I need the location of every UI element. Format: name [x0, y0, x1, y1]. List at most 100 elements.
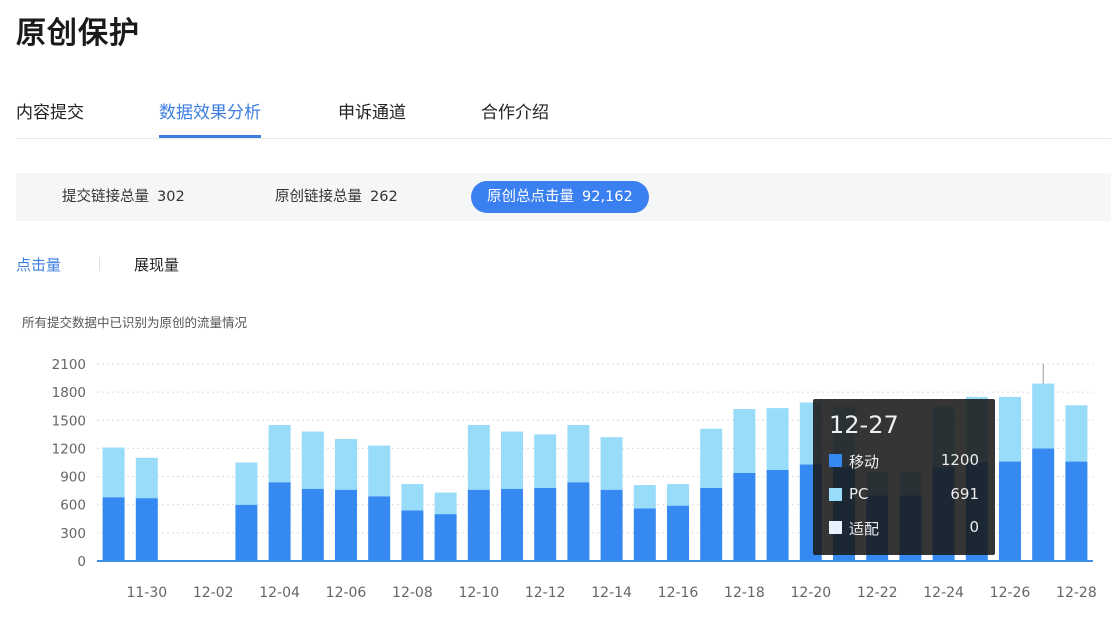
x-tick-label: 12-02: [193, 585, 234, 601]
bar-mobile[interactable]: [766, 470, 789, 561]
tooltip-series-name: 适配: [849, 520, 880, 538]
tooltip-series-value: 691: [950, 485, 979, 503]
pc-swatch-icon: [829, 488, 842, 501]
bar-pc[interactable]: [667, 484, 689, 506]
bar-mobile[interactable]: [102, 497, 125, 561]
y-tick-label: 900: [60, 470, 86, 486]
x-tick-label: 12-06: [326, 585, 367, 601]
stat-value: 302: [157, 189, 185, 205]
bar-pc[interactable]: [268, 424, 291, 483]
x-tick-label: 12-14: [591, 585, 632, 601]
stat-label: 原创链接总量: [275, 189, 362, 205]
bar-mobile[interactable]: [135, 498, 158, 561]
bar-pc[interactable]: [633, 485, 656, 509]
bar-mobile[interactable]: [733, 472, 756, 561]
bar-pc[interactable]: [1065, 405, 1088, 462]
chart-caption: 所有提交数据中已识别为原创的流量情况: [22, 315, 248, 330]
tab-data-analysis[interactable]: 数据效果分析: [159, 98, 261, 138]
bar-pc[interactable]: [999, 396, 1021, 462]
stat-original-links[interactable]: 原创链接总量 262: [275, 181, 398, 213]
bar-pc[interactable]: [534, 434, 557, 488]
stat-label: 原创总点击量: [487, 189, 574, 205]
bar-pc[interactable]: [766, 408, 789, 471]
y-tick-label: 0: [77, 554, 86, 570]
x-tick-label: 11-30: [126, 585, 167, 601]
x-tick-label: 12-12: [525, 585, 566, 601]
x-tick-label: 12-18: [724, 585, 765, 601]
x-tick-label: 12-04: [259, 585, 300, 601]
bar-mobile[interactable]: [633, 508, 656, 561]
bar-pc[interactable]: [1032, 383, 1055, 449]
stat-label: 提交链接总量: [62, 189, 149, 205]
bar-mobile[interactable]: [667, 505, 689, 561]
x-tick-label: 12-10: [458, 585, 499, 601]
bar-pc[interactable]: [335, 439, 357, 490]
bar-pc[interactable]: [700, 428, 723, 488]
metric-tab-clicks[interactable]: 点击量: [16, 254, 61, 275]
bar-pc[interactable]: [301, 431, 324, 489]
y-tick-label: 1500: [52, 413, 86, 429]
bar-mobile[interactable]: [268, 482, 291, 561]
x-tick-label: 12-24: [923, 585, 964, 601]
bar-pc[interactable]: [467, 424, 490, 490]
bar-mobile[interactable]: [467, 489, 490, 561]
bar-mobile[interactable]: [700, 487, 723, 561]
x-tick-label: 12-20: [790, 585, 831, 601]
tooltip-series-name: 移动: [849, 453, 880, 471]
bar-pc[interactable]: [135, 457, 158, 499]
bar-mobile[interactable]: [235, 504, 258, 561]
stat-submitted-links[interactable]: 提交链接总量 302: [62, 181, 185, 213]
bar-mobile[interactable]: [567, 482, 590, 561]
metric-divider: [99, 257, 100, 271]
tooltip-series-name: PC: [849, 485, 869, 503]
y-tick-label: 600: [60, 498, 86, 514]
x-tick-label: 12-16: [658, 585, 699, 601]
tab-bar: 内容提交 数据效果分析 申诉通道 合作介绍: [16, 86, 1111, 139]
x-tick-label: 12-28: [1056, 585, 1097, 601]
bar-pc[interactable]: [434, 492, 457, 515]
adapt-swatch-icon: [829, 521, 842, 534]
bar-mobile[interactable]: [999, 461, 1021, 561]
bar-mobile[interactable]: [335, 489, 357, 561]
tooltip-series-value: 1200: [940, 451, 979, 469]
tab-appeal-channel[interactable]: 申诉通道: [338, 98, 406, 135]
tooltip-row-mobile: 移动 1200: [829, 451, 979, 471]
bar-mobile[interactable]: [1065, 461, 1088, 561]
x-tick-label: 12-22: [857, 585, 898, 601]
bar-mobile[interactable]: [600, 489, 623, 561]
bar-pc[interactable]: [102, 447, 125, 498]
bar-pc[interactable]: [501, 431, 523, 489]
bar-pc[interactable]: [235, 462, 258, 505]
bar-mobile[interactable]: [301, 488, 324, 561]
x-tick-label: 12-08: [392, 585, 433, 601]
bar-mobile[interactable]: [1032, 448, 1055, 561]
stat-original-clicks[interactable]: 原创总点击量 92,162: [471, 181, 649, 213]
tab-content-submit[interactable]: 内容提交: [16, 98, 84, 135]
page-title: 原创保护: [16, 16, 140, 51]
bar-pc[interactable]: [733, 409, 756, 473]
tooltip-row-pc: PC 691: [829, 485, 979, 505]
bar-pc[interactable]: [567, 424, 590, 483]
bar-mobile[interactable]: [434, 514, 457, 561]
bar-pc[interactable]: [401, 484, 424, 511]
stat-value: 92,162: [582, 189, 633, 205]
bar-mobile[interactable]: [368, 496, 391, 561]
metric-tab-impressions[interactable]: 展现量: [134, 254, 179, 275]
bar-mobile[interactable]: [501, 488, 523, 561]
y-tick-label: 2100: [52, 357, 86, 373]
chart-tooltip: 12-27 移动 1200 PC 691 适配 0: [813, 399, 995, 555]
tooltip-date: 12-27: [829, 411, 899, 439]
y-tick-label: 300: [60, 526, 86, 542]
mobile-swatch-icon: [829, 454, 842, 467]
bar-mobile[interactable]: [401, 510, 424, 561]
stats-bar: 提交链接总量 302 原创链接总量 262 原创总点击量 92,162: [16, 173, 1111, 221]
bar-pc[interactable]: [368, 445, 391, 497]
tab-cooperation-intro[interactable]: 合作介绍: [481, 98, 549, 135]
tooltip-row-adapt: 适配 0: [829, 518, 979, 538]
stat-value: 262: [370, 189, 398, 205]
x-tick-label: 12-26: [990, 585, 1031, 601]
y-tick-label: 1800: [52, 385, 86, 401]
bar-pc[interactable]: [600, 437, 623, 490]
bar-mobile[interactable]: [534, 487, 557, 561]
tooltip-series-value: 0: [969, 518, 979, 536]
